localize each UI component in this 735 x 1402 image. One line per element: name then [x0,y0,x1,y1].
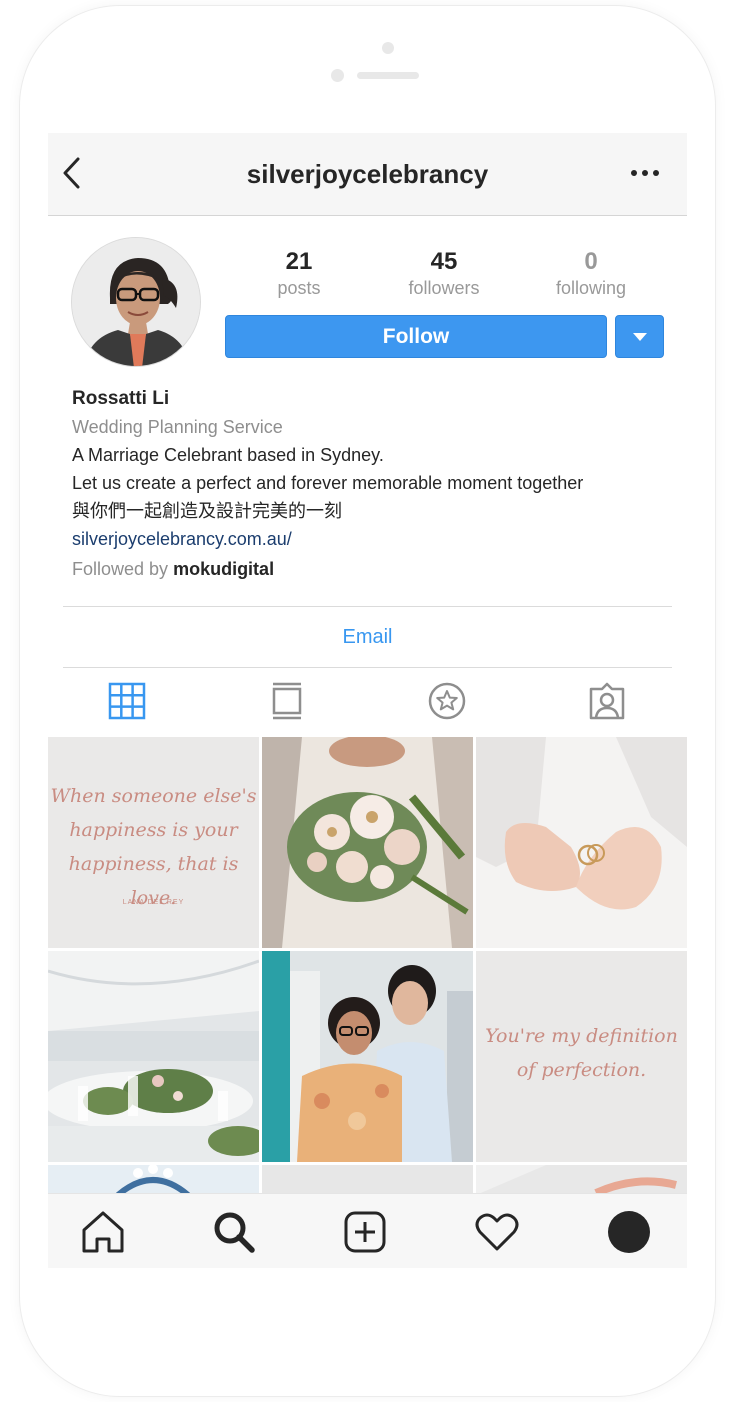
heart-icon [475,1213,519,1251]
post-partial[interactable] [262,1165,473,1193]
tagged-person-icon [589,682,625,720]
bio-line: 與你們一起創造及設計完美的一刻 [72,501,342,521]
grid-icon [108,682,146,720]
nav-new-post[interactable] [342,1209,388,1255]
search-icon [214,1212,255,1253]
quote-text: When someone else's happiness is your ha… [48,779,259,915]
tab-grid[interactable] [107,681,147,721]
more-options-button[interactable] [630,163,660,183]
quote-text: You're my definition of perfection. [476,1019,687,1087]
post-quote-love[interactable]: When someone else's happiness is your ha… [48,737,259,948]
suggestions-dropdown-button[interactable] [615,315,664,358]
quote-author: LANA DEL REY [122,899,185,906]
caret-down-icon [633,333,647,341]
posts-grid: When someone else's happiness is your ha… [48,737,687,1193]
home-icon [82,1211,124,1253]
front-camera [382,42,394,54]
followers-count[interactable]: 45 followers [379,247,509,299]
avatar-photo [72,238,200,366]
profile-username: silverjoycelebrancy [246,159,489,189]
website-link[interactable]: silverjoycelebrancy.com.au/ [72,525,672,553]
follow-button[interactable]: Follow [225,315,607,358]
post-two-women[interactable] [262,951,473,1162]
feed-icon [272,682,302,720]
post-partial[interactable] [476,1165,687,1193]
followers-number: 45 [430,248,458,275]
profile-tabs [48,667,687,737]
quote-line: happiness is your [69,819,238,841]
posts-count: 21 posts [234,247,364,299]
profile-full-name: Rossatti Li [72,388,170,409]
partial-photo [476,1165,687,1193]
followed-by[interactable]: Followed by mokudigital [72,555,672,583]
bio-line: A Marriage Celebrant based in Sydney. [72,445,384,465]
post-bridal-bouquet[interactable] [262,737,473,948]
new-post-icon [344,1211,386,1253]
post-wedding-rings[interactable] [476,737,687,948]
following-label: following [555,278,627,298]
bottom-navigation [48,1193,687,1268]
top-bar: silverjoycelebrancy [48,133,687,216]
nav-search[interactable] [211,1209,257,1255]
tab-feed[interactable] [267,681,307,721]
earpiece-speaker [357,72,419,79]
post-quote-perfection[interactable]: You're my definition of perfection. [476,951,687,1162]
nav-profile[interactable] [606,1209,652,1255]
instagram-profile-screen: silverjoycelebrancy 21 posts 45 follower… [48,133,687,1268]
nav-home[interactable] [80,1209,126,1255]
bio-line: Let us create a perfect and forever memo… [72,473,584,493]
reception-photo [48,951,259,1162]
posts-number: 21 [285,248,313,275]
nav-activity[interactable] [474,1209,520,1255]
portrait-photo [262,951,473,1162]
post-partial[interactable] [48,1165,259,1193]
followed-by-username: mokudigital [173,559,275,579]
profile-avatar[interactable] [71,237,201,367]
following-count[interactable]: 0 following [526,247,656,299]
followers-label: followers [408,278,480,298]
followed-by-prefix: Followed by [72,559,174,579]
partial-photo [48,1165,259,1193]
more-horizontal-icon [631,170,659,176]
posts-label: posts [277,278,321,298]
quote-line: When someone else's [50,785,257,807]
following-number: 0 [584,248,598,275]
quote-line: of perfection. [516,1059,647,1081]
rings-photo [476,737,687,948]
profile-category: Wedding Planning Service [72,417,283,437]
post-reception-table[interactable] [48,951,259,1162]
star-circle-icon [428,682,466,720]
email-button[interactable]: Email [63,607,672,667]
tab-saved[interactable] [427,681,467,721]
proximity-sensor [331,69,344,82]
bouquet-photo [262,737,473,948]
profile-bio: Rossatti Li Wedding Planning Service A M… [72,385,672,583]
tab-tagged[interactable] [587,681,627,721]
quote-line: You're my definition [485,1025,678,1047]
profile-icon [608,1211,650,1253]
